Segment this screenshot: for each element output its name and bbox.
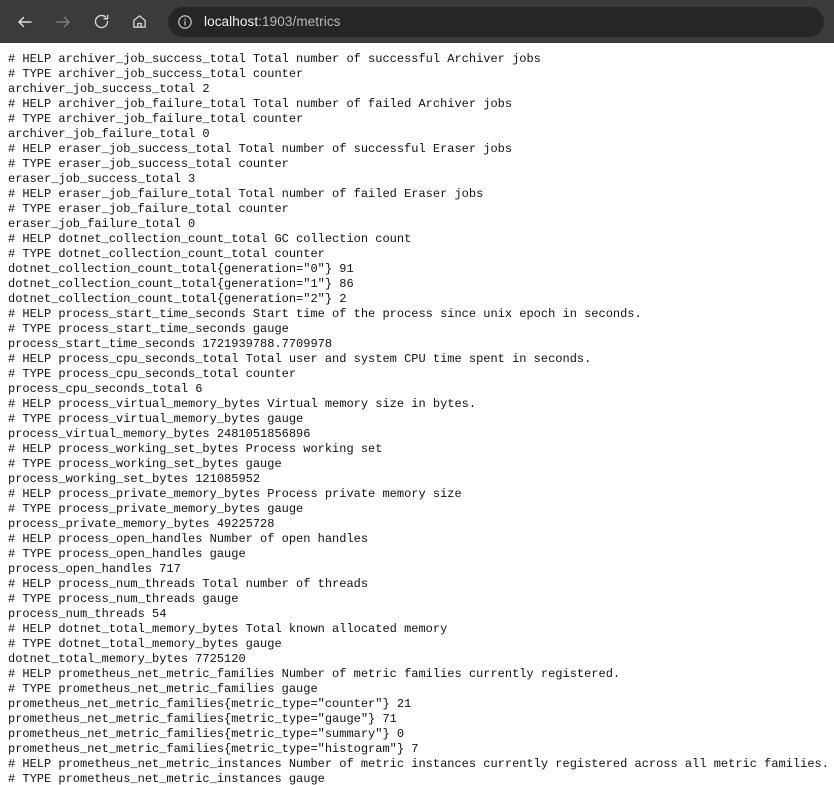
metrics-line: # TYPE process_working_set_bytes gauge — [8, 457, 282, 471]
metrics-line: prometheus_net_metric_families{metric_ty… — [8, 712, 397, 726]
metrics-line: # HELP process_num_threads Total number … — [8, 577, 369, 591]
metrics-line: dotnet_collection_count_total{generation… — [8, 277, 354, 291]
url-host: localhost — [204, 14, 259, 29]
metrics-line: # HELP dotnet_total_memory_bytes Total k… — [8, 622, 448, 636]
metrics-line: # TYPE process_cpu_seconds_total counter — [8, 367, 297, 381]
metrics-line: # HELP process_start_time_seconds Start … — [8, 307, 642, 321]
metrics-line: # TYPE archiver_job_success_total counte… — [8, 67, 304, 81]
metrics-line: dotnet_collection_count_total{generation… — [8, 262, 354, 276]
metrics-line: # HELP eraser_job_success_total Total nu… — [8, 142, 513, 156]
metrics-line: # HELP dotnet_collection_count_total GC … — [8, 232, 412, 246]
reload-icon — [93, 13, 110, 30]
url-text: localhost:1903/metrics — [204, 14, 341, 29]
metrics-line: process_virtual_memory_bytes 24810518568… — [8, 427, 311, 441]
metrics-line: # HELP process_open_handles Number of op… — [8, 532, 369, 546]
metrics-line: # TYPE prometheus_net_metric_families ga… — [8, 682, 318, 696]
metrics-line: # TYPE eraser_job_failure_total counter — [8, 202, 289, 216]
metrics-line: # TYPE process_num_threads gauge — [8, 592, 239, 606]
metrics-line: # TYPE prometheus_net_metric_instances g… — [8, 772, 325, 785]
browser-toolbar: localhost:1903/metrics — [0, 0, 834, 43]
metrics-line: # TYPE dotnet_total_memory_bytes gauge — [8, 637, 282, 651]
metrics-line: # HELP archiver_job_failure_total Total … — [8, 97, 513, 111]
forward-arrow-icon — [54, 13, 72, 31]
metrics-line: process_num_threads 54 — [8, 607, 167, 621]
metrics-line: archiver_job_failure_total 0 — [8, 127, 210, 141]
metrics-line: prometheus_net_metric_families{metric_ty… — [8, 727, 405, 741]
metrics-line: # TYPE process_private_memory_bytes gaug… — [8, 502, 304, 516]
metrics-line: # TYPE dotnet_collection_count_total cou… — [8, 247, 325, 261]
metrics-line: # HELP process_virtual_memory_bytes Virt… — [8, 397, 477, 411]
reload-button[interactable] — [86, 7, 116, 37]
metrics-line: eraser_job_failure_total 0 — [8, 217, 196, 231]
metrics-line: archiver_job_success_total 2 — [8, 82, 210, 96]
metrics-line: # HELP eraser_job_failure_total Total nu… — [8, 187, 484, 201]
back-arrow-icon — [16, 13, 34, 31]
metrics-line: # TYPE archiver_job_failure_total counte… — [8, 112, 304, 126]
home-icon — [131, 13, 148, 30]
metrics-line: process_open_handles 717 — [8, 562, 181, 576]
page-content-area[interactable]: # HELP archiver_job_success_total Total … — [0, 43, 834, 785]
metrics-line: process_working_set_bytes 121085952 — [8, 472, 261, 486]
metrics-line: # TYPE process_virtual_memory_bytes gaug… — [8, 412, 304, 426]
metrics-line: # TYPE process_open_handles gauge — [8, 547, 246, 561]
metrics-line: prometheus_net_metric_families{metric_ty… — [8, 697, 412, 711]
prometheus-metrics-text: # HELP archiver_job_success_total Total … — [8, 52, 834, 785]
metrics-line: dotnet_total_memory_bytes 7725120 — [8, 652, 246, 666]
info-circle-icon[interactable] — [175, 12, 195, 32]
metrics-line: process_start_time_seconds 1721939788.77… — [8, 337, 333, 351]
metrics-line: eraser_job_success_total 3 — [8, 172, 196, 186]
metrics-line: dotnet_collection_count_total{generation… — [8, 292, 347, 306]
metrics-line: # HELP process_private_memory_bytes Proc… — [8, 487, 462, 501]
metrics-line: process_private_memory_bytes 49225728 — [8, 517, 275, 531]
metrics-line: # HELP prometheus_net_metric_families Nu… — [8, 667, 621, 681]
url-path: :1903/metrics — [258, 14, 341, 29]
metrics-line: prometheus_net_metric_families{metric_ty… — [8, 742, 419, 756]
forward-button[interactable] — [48, 7, 78, 37]
home-button[interactable] — [124, 7, 154, 37]
address-bar[interactable]: localhost:1903/metrics — [168, 6, 824, 37]
back-button[interactable] — [10, 7, 40, 37]
metrics-line: # TYPE process_start_time_seconds gauge — [8, 322, 289, 336]
metrics-line: # HELP archiver_job_success_total Total … — [8, 52, 541, 66]
metrics-line: # HELP prometheus_net_metric_instances N… — [8, 757, 829, 771]
metrics-line: # HELP process_cpu_seconds_total Total u… — [8, 352, 592, 366]
metrics-line: # HELP process_working_set_bytes Process… — [8, 442, 383, 456]
metrics-line: # TYPE eraser_job_success_total counter — [8, 157, 289, 171]
metrics-line: process_cpu_seconds_total 6 — [8, 382, 203, 396]
